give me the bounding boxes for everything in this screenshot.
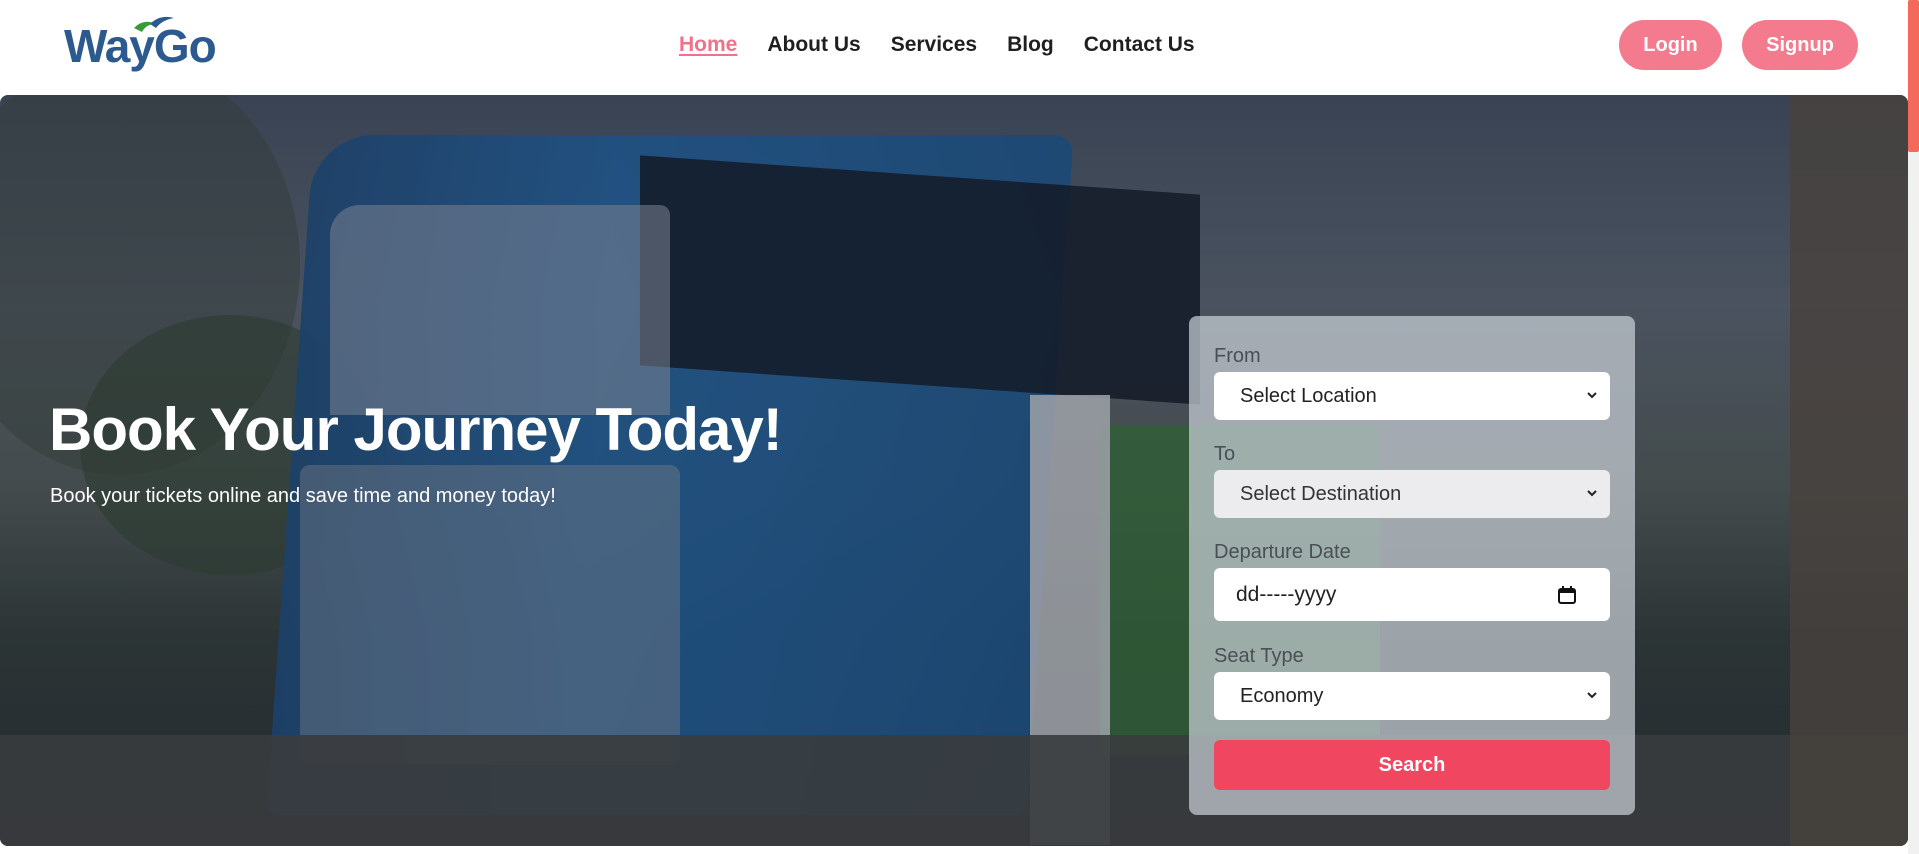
waygo-logo[interactable]: WayGo (64, 14, 226, 78)
departure-date-label: Departure Date (1214, 541, 1351, 563)
hero-section: Book Your Journey Today! Book your ticke… (0, 95, 1908, 846)
nav-blog[interactable]: Blog (1007, 32, 1054, 58)
hero-subtitle: Book your tickets online and save time a… (50, 485, 556, 507)
chevron-down-icon (1587, 692, 1597, 699)
nav-services[interactable]: Services (891, 32, 977, 58)
chevron-down-icon (1587, 392, 1597, 399)
calendar-icon[interactable] (1557, 585, 1577, 605)
scrollbar-thumb[interactable] (1908, 0, 1919, 152)
signup-button[interactable]: Signup (1742, 20, 1858, 70)
nav-about-us[interactable]: About Us (767, 32, 860, 58)
hero-title: Book Your Journey Today! (49, 396, 783, 463)
from-label: From (1214, 345, 1261, 367)
from-select-value: Select Location (1240, 384, 1377, 407)
to-select[interactable]: Select Destination (1214, 470, 1610, 518)
svg-text:WayGo: WayGo (64, 20, 216, 72)
nav-home[interactable]: Home (679, 32, 737, 58)
search-button[interactable]: Search (1214, 740, 1610, 790)
page-scrollbar[interactable] (1908, 0, 1919, 854)
to-select-value: Select Destination (1240, 482, 1402, 505)
seat-type-label: Seat Type (1214, 645, 1304, 667)
from-select[interactable]: Select Location (1214, 372, 1610, 420)
to-label: To (1214, 443, 1236, 465)
nav-contact-us[interactable]: Contact Us (1084, 32, 1195, 58)
seat-type-value: Economy (1240, 684, 1324, 707)
site-header: WayGo Home About Us Services Blog Contac… (0, 0, 1919, 95)
seat-type-select[interactable]: Economy (1214, 672, 1610, 720)
departure-date-input[interactable]: dd-----yyyy (1214, 568, 1610, 621)
login-button[interactable]: Login (1619, 20, 1722, 70)
departure-date-value: dd-----yyyy (1236, 582, 1337, 606)
chevron-down-icon (1587, 490, 1597, 497)
main-nav: Home About Us Services Blog Contact Us (679, 32, 1225, 58)
booking-form: From Select Location To Select Destinati… (1189, 316, 1635, 815)
